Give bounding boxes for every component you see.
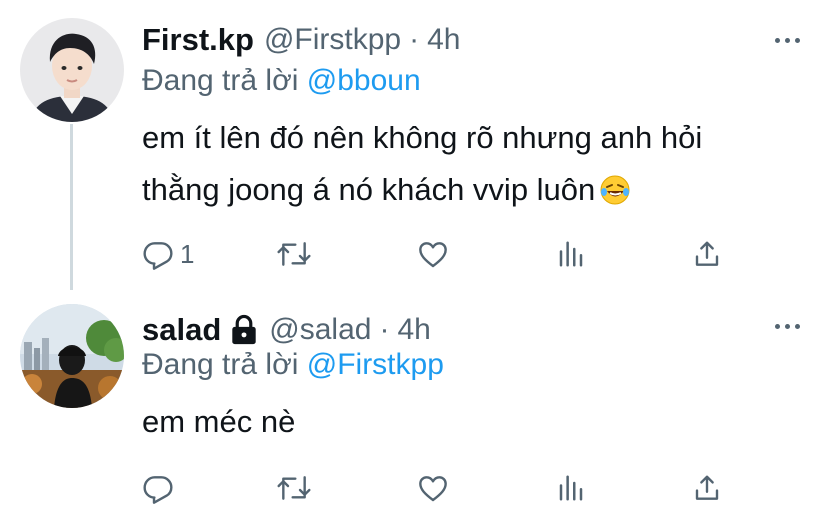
avatar[interactable] bbox=[20, 18, 124, 122]
like-icon bbox=[416, 238, 450, 270]
more-icon[interactable] bbox=[775, 324, 800, 329]
tweet-header: First.kp @Firstkpp · 4h bbox=[142, 20, 460, 60]
stats-icon bbox=[556, 472, 586, 504]
share-button[interactable] bbox=[692, 234, 722, 274]
handle[interactable]: @salad bbox=[269, 313, 371, 347]
more-icon[interactable] bbox=[775, 38, 800, 43]
display-name[interactable]: First.kp bbox=[142, 22, 254, 58]
share-icon bbox=[692, 472, 722, 504]
tweet-text-line-2: thằng joong á nó khách vvip luôn bbox=[142, 164, 812, 222]
lock-icon bbox=[229, 314, 259, 346]
like-button[interactable] bbox=[416, 468, 450, 508]
stats-button[interactable] bbox=[556, 468, 586, 508]
timestamp[interactable]: 4h bbox=[397, 313, 430, 347]
timestamp[interactable]: 4h bbox=[427, 23, 460, 57]
reply-button[interactable]: 1 bbox=[142, 234, 194, 274]
separator-dot: · bbox=[379, 313, 390, 346]
replying-to: Đang trả lời @bboun bbox=[142, 64, 421, 98]
replying-prefix: Đang trả lời bbox=[142, 64, 299, 97]
share-button[interactable] bbox=[692, 468, 722, 508]
reply-icon bbox=[142, 472, 174, 504]
retweet-button[interactable] bbox=[276, 234, 312, 274]
tweet-text-line-2-text: thằng joong á nó khách vvip luôn bbox=[142, 172, 596, 207]
reply-icon bbox=[142, 238, 174, 270]
tweet[interactable]: salad @salad · 4h Đang trả lời @Firstkpp… bbox=[0, 290, 828, 506]
separator-dot: · bbox=[409, 23, 420, 56]
tweet-actions: 1 bbox=[142, 234, 742, 274]
tweet-header: salad @salad · 4h bbox=[142, 310, 431, 350]
like-button[interactable] bbox=[416, 234, 450, 274]
rolling-on-floor-laughing-emoji-icon bbox=[599, 170, 631, 222]
like-icon bbox=[416, 472, 450, 504]
stats-button[interactable] bbox=[556, 234, 586, 274]
tweet-text: em méc nè bbox=[142, 396, 812, 448]
reply-button[interactable] bbox=[142, 468, 180, 508]
display-name[interactable]: salad bbox=[142, 312, 221, 348]
tweet[interactable]: First.kp @Firstkpp · 4h Đang trả lời @bb… bbox=[0, 0, 828, 290]
mention-link[interactable]: @bboun bbox=[307, 64, 421, 97]
retweet-icon bbox=[276, 238, 312, 270]
replying-prefix: Đang trả lời bbox=[142, 348, 299, 381]
tweet-text-line: em ít lên đó nên không rõ nhưng anh hỏi bbox=[142, 120, 703, 155]
retweet-icon bbox=[276, 472, 312, 504]
tweet-text: em ít lên đó nên không rõ nhưng anh hỏi … bbox=[142, 112, 812, 222]
tweet-actions bbox=[142, 468, 742, 508]
avatar[interactable] bbox=[20, 304, 124, 408]
handle[interactable]: @Firstkpp bbox=[264, 23, 401, 57]
tweet-text-line: em méc nè bbox=[142, 404, 296, 439]
retweet-button[interactable] bbox=[276, 468, 312, 508]
mention-link[interactable]: @Firstkpp bbox=[307, 348, 444, 381]
replying-to: Đang trả lời @Firstkpp bbox=[142, 348, 444, 382]
reply-count: 1 bbox=[180, 238, 195, 269]
stats-icon bbox=[556, 238, 586, 270]
share-icon bbox=[692, 238, 722, 270]
thread-line bbox=[70, 124, 73, 290]
